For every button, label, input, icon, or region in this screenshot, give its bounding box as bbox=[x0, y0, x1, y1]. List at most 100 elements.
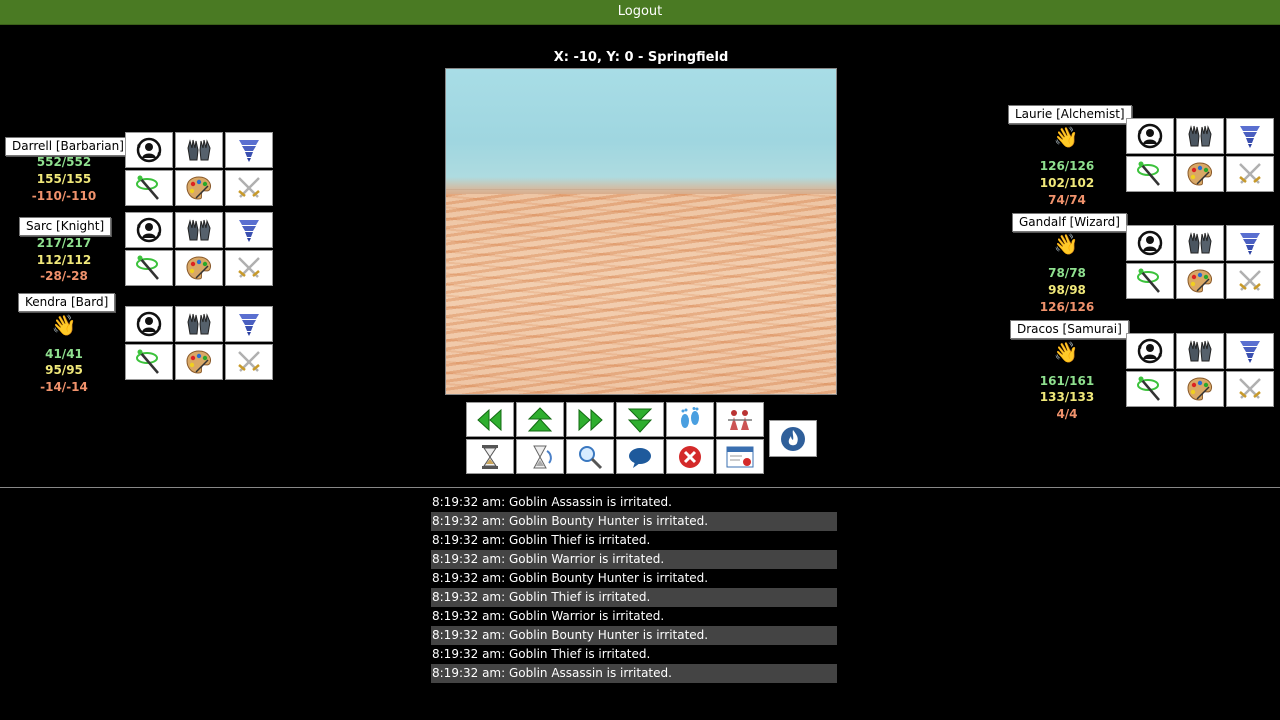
swap-character-icon bbox=[134, 310, 164, 338]
storm-button[interactable] bbox=[225, 306, 273, 342]
character-name-laurie[interactable]: Laurie [Alchemist] bbox=[1008, 105, 1132, 124]
crossed-swords-icon bbox=[1235, 267, 1265, 295]
hand-icon[interactable]: 👋 bbox=[1051, 340, 1081, 364]
attack-button[interactable] bbox=[225, 170, 273, 206]
tornado-icon bbox=[1235, 229, 1265, 257]
character-name-sarc[interactable]: Sarc [Knight] bbox=[19, 217, 112, 236]
character-name-dracos[interactable]: Dracos [Samurai] bbox=[1010, 320, 1129, 339]
cast-button[interactable] bbox=[125, 250, 173, 286]
scene-sky bbox=[446, 69, 836, 189]
character-name-kendra[interactable]: Kendra [Bard] bbox=[18, 293, 116, 312]
log-entry: 8:19:32 am: Goblin Warrior is irritated. bbox=[431, 550, 837, 569]
hand-icon[interactable]: 👋 bbox=[1051, 125, 1081, 149]
palette-icon bbox=[184, 348, 214, 376]
block-button[interactable] bbox=[175, 212, 223, 248]
switch-button[interactable] bbox=[1126, 333, 1174, 369]
switch-button[interactable] bbox=[125, 212, 173, 248]
move-right-button[interactable] bbox=[566, 402, 614, 437]
gloves-icon bbox=[1185, 337, 1215, 365]
cast-button[interactable] bbox=[1126, 156, 1174, 192]
storm-button[interactable] bbox=[1226, 118, 1274, 154]
location-coordinates: X: -10, Y: 0 - Springfield bbox=[553, 50, 729, 65]
swap-character-icon bbox=[1135, 122, 1165, 150]
hand-icon[interactable]: 👋 bbox=[49, 313, 79, 337]
switch-button[interactable] bbox=[125, 306, 173, 342]
search-button[interactable] bbox=[566, 439, 614, 474]
attack-button[interactable] bbox=[1226, 263, 1274, 299]
move-left-button[interactable] bbox=[466, 402, 514, 437]
palette-icon bbox=[184, 174, 214, 202]
arrow-up-icon bbox=[527, 406, 553, 431]
tornado-icon bbox=[234, 136, 264, 164]
cast-button[interactable] bbox=[1126, 263, 1174, 299]
gloves-icon bbox=[184, 216, 214, 244]
fire-icon bbox=[781, 426, 805, 451]
storm-button[interactable] bbox=[225, 212, 273, 248]
action-grid-darrell bbox=[125, 132, 273, 206]
log-divider bbox=[0, 487, 1280, 488]
craft-button[interactable] bbox=[175, 170, 223, 206]
crossed-swords-icon bbox=[1235, 375, 1265, 403]
character-mp: 102/102 bbox=[1039, 176, 1095, 190]
character-hp: 126/126 bbox=[1039, 159, 1095, 173]
log-entry: 8:19:32 am: Goblin Assassin is irritated… bbox=[432, 495, 672, 509]
character-name-darrell[interactable]: Darrell [Barbarian] bbox=[5, 137, 131, 156]
craft-button[interactable] bbox=[1176, 263, 1224, 299]
log-entry: 8:19:32 am: Goblin Bounty Hunter is irri… bbox=[431, 512, 837, 531]
attack-button[interactable] bbox=[225, 344, 273, 380]
scene-view bbox=[445, 68, 837, 395]
staff-spell-icon bbox=[134, 174, 164, 202]
character-xp: -28/-28 bbox=[40, 269, 88, 283]
wait-button[interactable] bbox=[466, 439, 514, 474]
palette-icon bbox=[1185, 160, 1215, 188]
crossed-swords-icon bbox=[234, 254, 264, 282]
block-button[interactable] bbox=[175, 306, 223, 342]
rest-button[interactable] bbox=[516, 439, 564, 474]
craft-button[interactable] bbox=[175, 344, 223, 380]
craft-button[interactable] bbox=[1176, 156, 1224, 192]
gloves-icon bbox=[184, 310, 214, 338]
cancel-icon bbox=[679, 445, 701, 468]
close-window-button[interactable] bbox=[716, 439, 764, 474]
logout-link[interactable]: Logout bbox=[0, 4, 1280, 19]
cast-button[interactable] bbox=[125, 170, 173, 206]
attack-button[interactable] bbox=[225, 250, 273, 286]
storm-button[interactable] bbox=[225, 132, 273, 168]
walk-button[interactable] bbox=[666, 402, 714, 437]
craft-button[interactable] bbox=[175, 250, 223, 286]
attack-button[interactable] bbox=[1226, 371, 1274, 407]
tornado-icon bbox=[234, 310, 264, 338]
cancel-button[interactable] bbox=[666, 439, 714, 474]
block-button[interactable] bbox=[1176, 118, 1224, 154]
move-up-button[interactable] bbox=[516, 402, 564, 437]
switch-button[interactable] bbox=[1126, 118, 1174, 154]
party-button[interactable] bbox=[716, 402, 764, 437]
character-mp: 95/95 bbox=[45, 363, 83, 377]
block-button[interactable] bbox=[1176, 225, 1224, 261]
switch-button[interactable] bbox=[125, 132, 173, 168]
hourglass-icon bbox=[482, 444, 498, 469]
block-button[interactable] bbox=[175, 132, 223, 168]
character-hp: 217/217 bbox=[36, 236, 92, 250]
arrow-left-icon bbox=[477, 408, 502, 431]
attack-button[interactable] bbox=[1226, 156, 1274, 192]
craft-button[interactable] bbox=[1176, 371, 1224, 407]
log-entry: 8:19:32 am: Goblin Warrior is irritated. bbox=[432, 609, 665, 623]
block-button[interactable] bbox=[1176, 333, 1224, 369]
character-hp: 78/78 bbox=[1048, 266, 1086, 280]
character-mp: 155/155 bbox=[36, 172, 92, 186]
log-entry: 8:19:32 am: Goblin Bounty Hunter is irri… bbox=[432, 571, 709, 585]
move-down-button[interactable] bbox=[616, 402, 664, 437]
cast-button[interactable] bbox=[125, 344, 173, 380]
cast-button[interactable] bbox=[1126, 371, 1174, 407]
talk-button[interactable] bbox=[616, 439, 664, 474]
switch-button[interactable] bbox=[1126, 225, 1174, 261]
character-name-gandalf[interactable]: Gandalf [Wizard] bbox=[1012, 213, 1127, 232]
hand-icon[interactable]: 👋 bbox=[1051, 232, 1081, 256]
staff-spell-icon bbox=[1135, 160, 1165, 188]
message-log: 8:19:32 am: Goblin Assassin is irritated… bbox=[431, 493, 837, 683]
fire-button[interactable] bbox=[769, 420, 817, 457]
window-close-icon bbox=[726, 446, 754, 467]
storm-button[interactable] bbox=[1226, 333, 1274, 369]
storm-button[interactable] bbox=[1226, 225, 1274, 261]
